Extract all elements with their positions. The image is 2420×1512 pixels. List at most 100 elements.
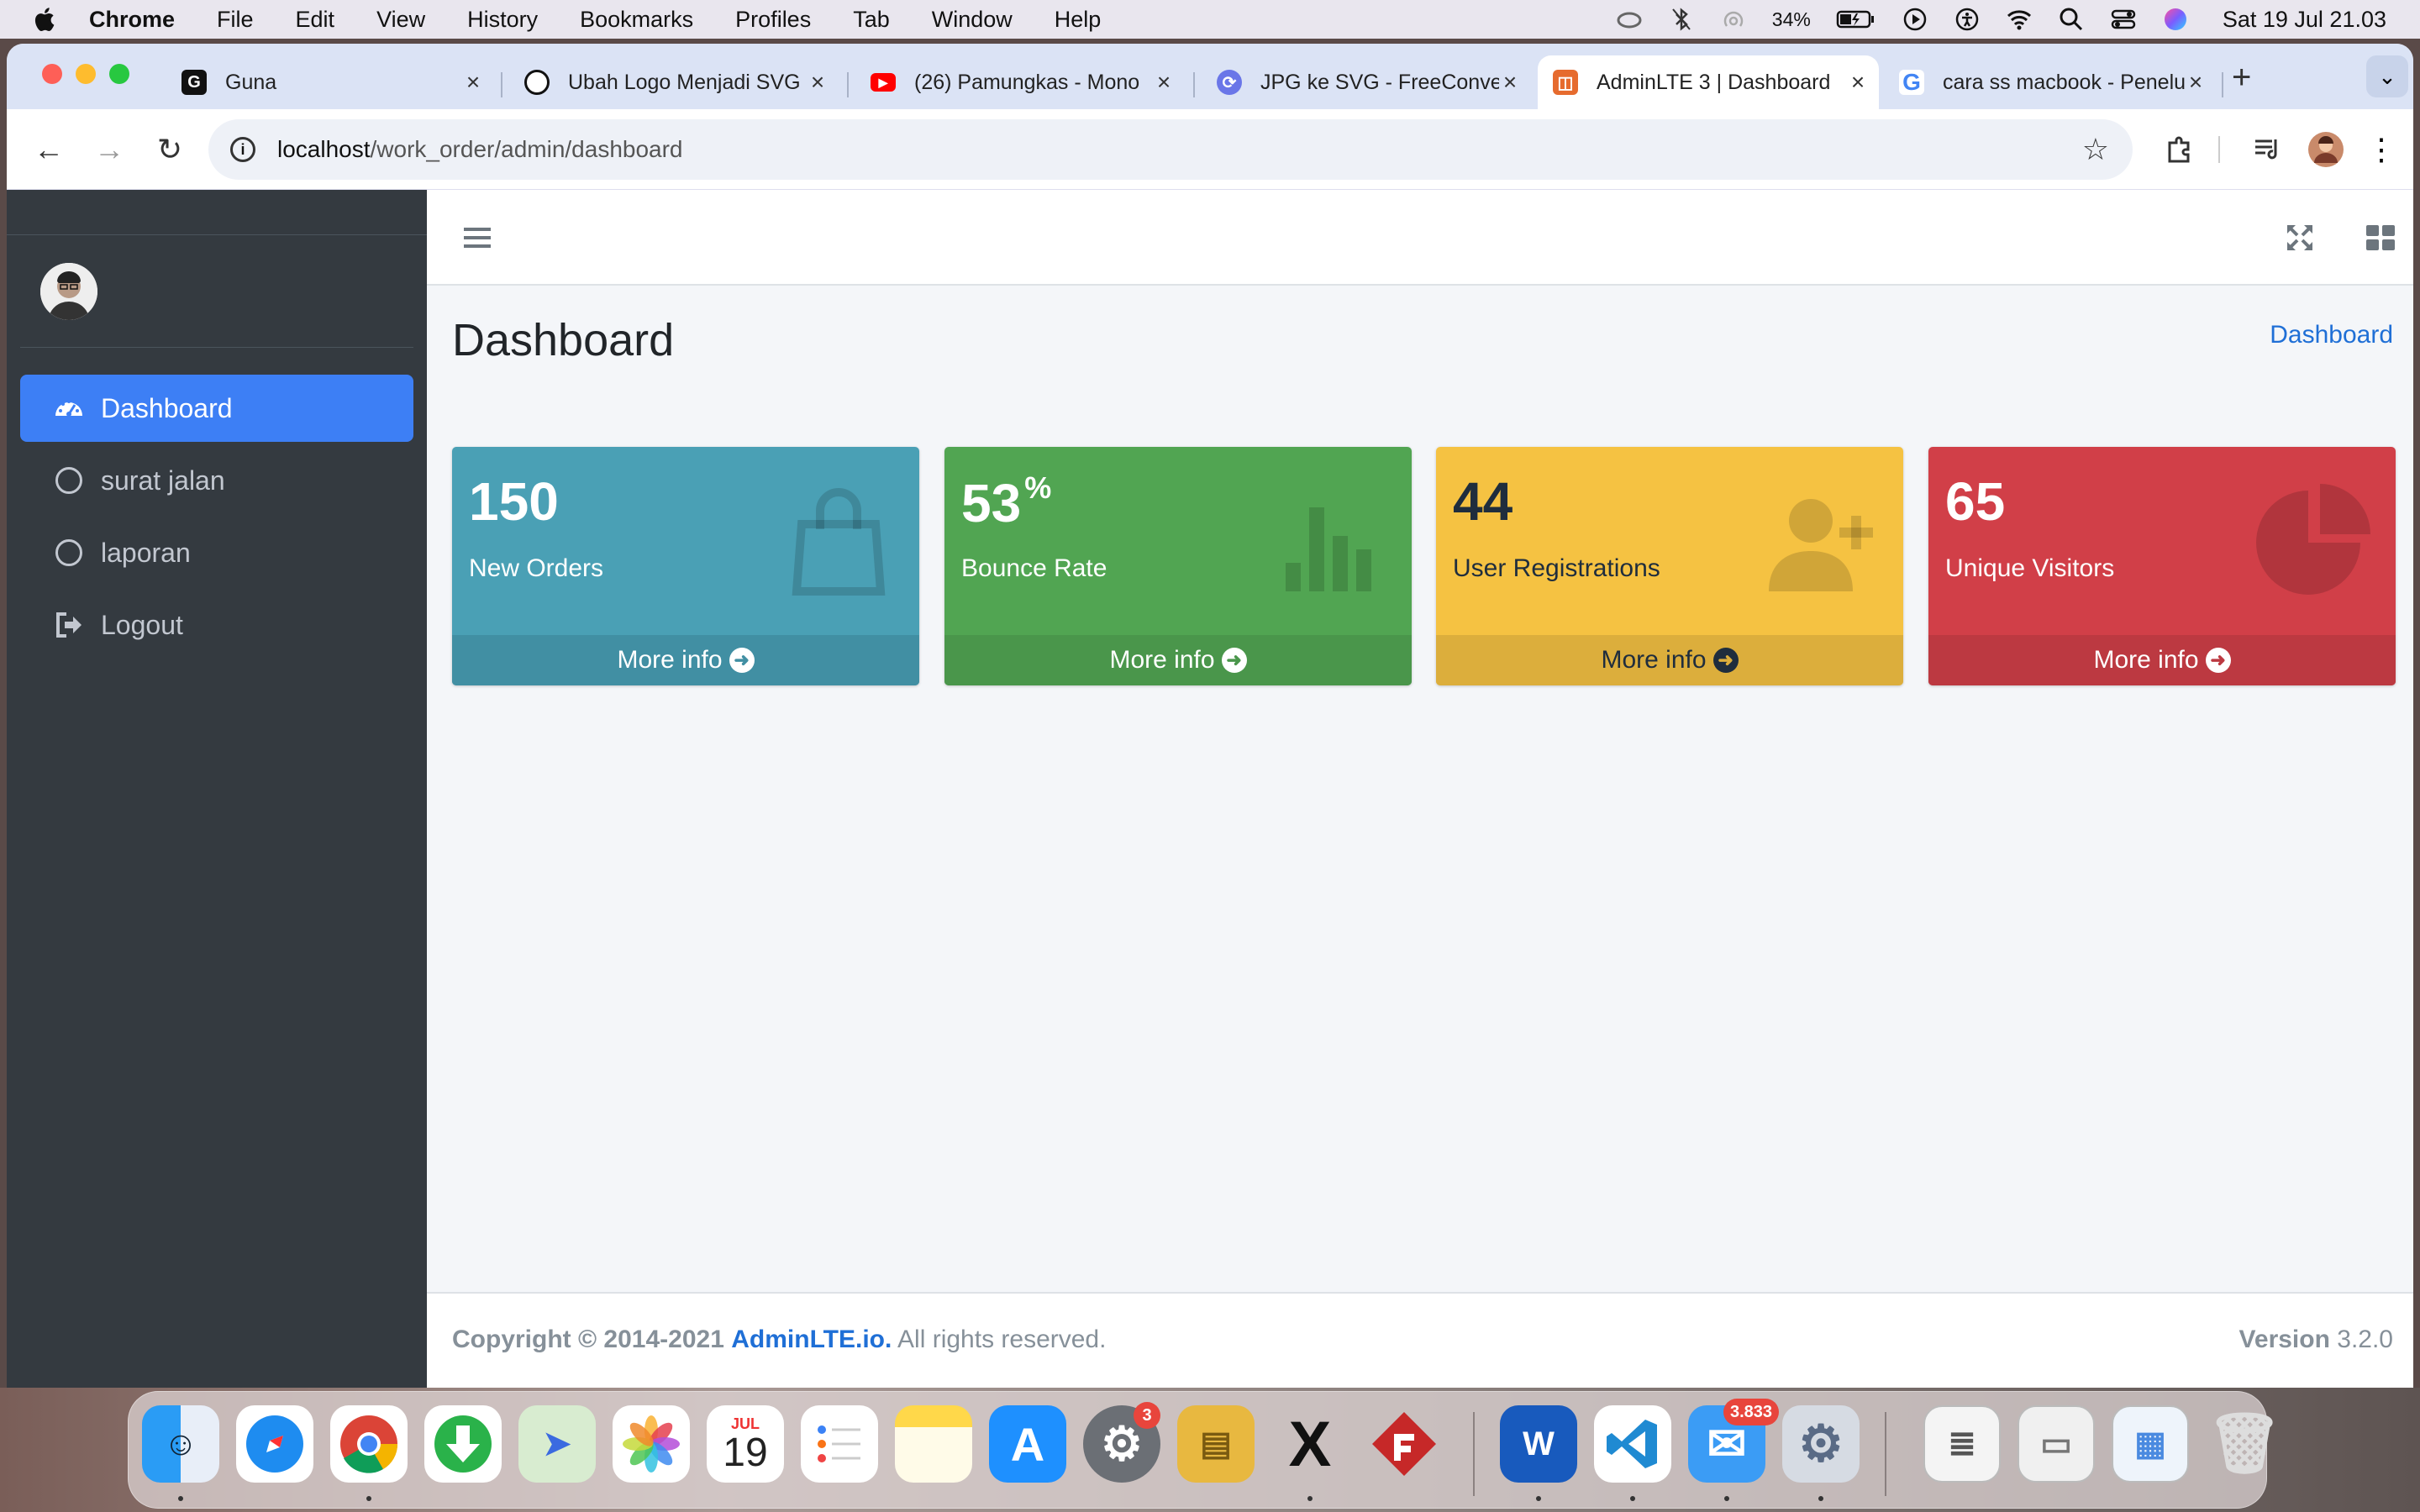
tab-close-icon[interactable]: × [1153,69,1175,96]
site-info-icon[interactable]: i [230,137,255,162]
safari-icon[interactable] [236,1405,313,1483]
notes-icon[interactable] [895,1405,972,1483]
extensions-puzzle-icon[interactable] [2158,128,2202,171]
chrome-menu-icon[interactable]: ⋮ [2360,128,2403,171]
xquartz-icon[interactable]: X [1271,1405,1349,1483]
menubar-clock[interactable]: Sat 19 Jul 21.03 [2223,7,2386,33]
app-store-icon[interactable]: A [989,1405,1066,1483]
profile-avatar[interactable] [2304,128,2348,171]
sidebar-item-surat-jalan[interactable]: surat jalan [20,447,413,514]
wifi-icon[interactable] [2006,6,2033,33]
fullscreen-expand-icon[interactable] [2286,223,2314,256]
maps-icon[interactable]: ➤ [518,1405,596,1483]
address-bar[interactable]: i localhost/work_order/admin/dashboard ☆ [208,119,2133,180]
airdrop-icon[interactable] [1720,6,1747,33]
tab-adminlte[interactable]: ◫ AdminLTE 3 | Dashboard × [1538,55,1879,109]
tab-freeconvert[interactable]: ⟳ JPG ke SVG - FreeConvert × [1202,55,1531,109]
window-minimize-button[interactable] [76,64,96,84]
forward-button[interactable]: → [89,129,129,170]
menu-help[interactable]: Help [1055,7,1102,33]
media-queue-icon[interactable] [2245,128,2289,171]
sidebar-item-logout[interactable]: Logout [20,591,413,659]
menu-view[interactable]: View [376,7,425,33]
box-label: New Orders [469,554,604,582]
menu-file[interactable]: File [217,7,254,33]
more-info-link[interactable]: More info ➜ [1928,635,2396,685]
main-sidebar: Dashboard surat jalan laporan Logout [7,190,427,1388]
menu-history[interactable]: History [467,7,538,33]
adminlte-page: Dashboard surat jalan laporan Logout Das… [7,190,2413,1388]
document-stack-icon[interactable]: ≣ [1923,1405,2001,1483]
tab-separator [2222,72,2223,97]
spotlight-search-icon[interactable] [2058,6,2085,33]
now-playing-icon[interactable] [1902,6,1928,33]
more-info-link[interactable]: More info ➜ [452,635,919,685]
tab-close-icon[interactable]: × [2185,69,2207,96]
small-box-user-registrations: 44 User Registrations More info ➜ [1436,447,1903,685]
menu-edit[interactable]: Edit [296,7,335,33]
tab-label: (26) Pamungkas - Mono [914,70,1140,94]
arrow-circle-right-icon: ➜ [2205,648,2231,673]
tab-close-icon[interactable]: × [807,69,829,96]
circle-icon [52,536,86,570]
reminders-icon[interactable] [801,1405,878,1483]
tab-google-search[interactable]: G cara ss macbook - Penelusuran × [1884,55,2217,109]
control-center-icon[interactable] [2110,6,2137,33]
reload-button[interactable]: ↻ [150,129,190,170]
breadcrumb[interactable]: Dashboard [2270,321,2393,349]
battery-charging-icon[interactable] [1836,6,1876,33]
sidebar-toggle-hamburger-icon[interactable] [464,225,491,255]
finder-icon[interactable]: ☺ [142,1405,219,1483]
tab-close-icon[interactable]: × [1847,69,1869,96]
menu-window[interactable]: Window [932,7,1013,33]
tab-ubah-logo[interactable]: Ubah Logo Menjadi SVG × [509,55,839,109]
siri-icon[interactable] [2162,6,2189,33]
more-info-link[interactable]: More info ➜ [1436,635,1903,685]
window-zoom-button[interactable] [109,64,129,84]
gear-preferences-icon[interactable]: ⚙ [1782,1405,1860,1483]
chrome-icon[interactable] [330,1405,408,1483]
small-box-bounce-rate: 53% Bounce Rate More info ➜ [944,447,1412,685]
back-button[interactable]: ← [29,129,69,170]
box-value: 44 [1453,471,1513,532]
vscode-icon[interactable] [1594,1405,1671,1483]
dock-separator [1473,1412,1475,1496]
adminlte-link[interactable]: AdminLTE.io. [731,1326,892,1353]
photos-icon[interactable] [613,1405,690,1483]
apple-logo-icon[interactable] [30,4,60,34]
window-close-button[interactable] [42,64,62,84]
main-header-navbar [427,190,2413,286]
tab-close-icon[interactable]: × [462,69,484,96]
menu-profiles[interactable]: Profiles [735,7,811,33]
tab-search-chevron-icon[interactable]: ⌄ [2366,55,2408,97]
dock-separator [1885,1412,1886,1496]
download-arrow-icon[interactable] [424,1405,502,1483]
circle-icon [52,464,86,497]
user-plus-icon [1769,499,1873,591]
creative-cloud-icon[interactable] [1616,6,1643,33]
notification-badge: 3 [1134,1402,1160,1429]
sidebar-item-dashboard[interactable]: Dashboard [20,375,413,442]
bookmark-star-icon[interactable]: ☆ [2082,132,2109,167]
filezilla-diamond-icon[interactable] [1365,1405,1443,1483]
menu-bookmarks[interactable]: Bookmarks [580,7,693,33]
calendar-icon[interactable]: JUL 19 [707,1405,784,1483]
control-sidebar-grid-icon[interactable] [2366,225,2395,255]
sidebar-item-laporan[interactable]: laporan [20,519,413,586]
bluetooth-off-icon[interactable] [1668,6,1695,33]
user-avatar[interactable] [40,262,97,320]
accessibility-icon[interactable] [1954,6,1981,33]
menu-tab[interactable]: Tab [853,7,890,33]
tab-guna[interactable]: G Guna × [166,55,494,109]
calendar-day: 19 [723,1430,768,1475]
more-info-link[interactable]: More info ➜ [944,635,1412,685]
new-tab-button[interactable]: + [2232,59,2251,97]
downloads-folder-icon[interactable]: ▦ [2112,1405,2189,1483]
tab-youtube[interactable]: ▶ (26) Pamungkas - Mono × [855,55,1185,109]
tab-close-icon[interactable]: × [1499,69,1521,96]
microsoft-word-icon[interactable]: W [1500,1405,1577,1483]
archive-utility-icon[interactable]: ▤ [1177,1405,1255,1483]
menu-app-name[interactable]: Chrome [89,7,175,33]
screenshot-stack-icon[interactable]: ▭ [2018,1405,2095,1483]
trash-icon[interactable]: 🗑 [2206,1405,2283,1483]
